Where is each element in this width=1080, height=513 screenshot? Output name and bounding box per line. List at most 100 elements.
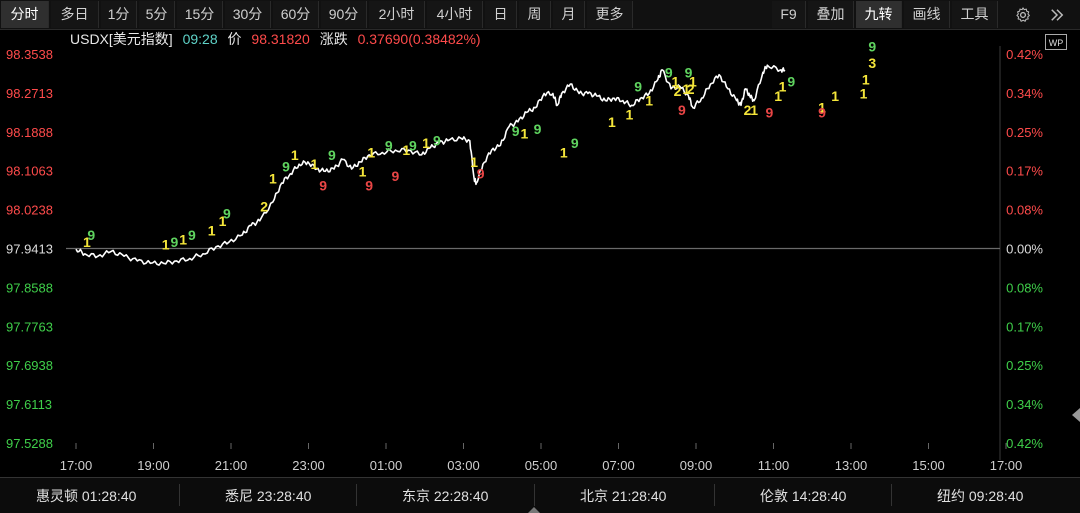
clock-city: 悉尼 xyxy=(225,488,253,504)
x-tick-label: 11:00 xyxy=(758,458,790,473)
clock-time: 01:28:40 xyxy=(81,488,137,504)
clock-city: 惠灵顿 xyxy=(36,488,78,504)
y-tick-right: 0.08% xyxy=(1006,280,1043,295)
caret-up-icon[interactable] xyxy=(528,507,540,513)
nine-turn-marker: 1 xyxy=(269,170,277,186)
x-tick-label: 03:00 xyxy=(447,458,480,473)
clock-divider xyxy=(534,484,535,506)
nine-turn-marker: 1 xyxy=(208,222,216,238)
y-tick-left: 98.1063 xyxy=(6,164,53,179)
world-clock-bar: 惠灵顿 01:28:40 悉尼 23:28:40 东京 22:28:40 北京 21:… xyxy=(0,477,1080,513)
y-tick-left: 97.5288 xyxy=(6,436,53,451)
y-tick-left: 98.0238 xyxy=(6,203,53,218)
nine-turn-marker: 1 xyxy=(860,86,868,102)
clock-divider xyxy=(714,484,715,506)
nine-turn-marker: 1 xyxy=(689,74,697,90)
y-tick-right: 0.25% xyxy=(1006,125,1043,140)
nine-turn-marker: 9 xyxy=(385,137,393,153)
clock-city: 纽约 xyxy=(937,488,965,504)
nine-turn-marker: 9 xyxy=(319,177,327,193)
clock-3: 北京 21:28:40 xyxy=(580,486,666,506)
nine-turn-marker: 3 xyxy=(868,55,876,71)
y-tick-right: 0.17% xyxy=(1006,319,1043,334)
clock-2: 东京 22:28:40 xyxy=(402,486,488,506)
clock-divider xyxy=(356,484,357,506)
nine-turn-marker: 1 xyxy=(521,126,529,142)
nine-turn-marker: 1 xyxy=(862,71,870,87)
y-tick-right: 0.25% xyxy=(1006,358,1043,373)
nine-turn-marker: 9 xyxy=(282,159,290,175)
y-tick-right: 0.34% xyxy=(1006,86,1043,101)
clock-5: 纽约 09:28:40 xyxy=(937,486,1023,506)
clock-time: 23:28:40 xyxy=(256,488,312,504)
nine-turn-marker: 9 xyxy=(328,147,336,163)
nine-turn-marker: 9 xyxy=(766,104,774,120)
clock-time: 21:28:40 xyxy=(611,488,667,504)
nine-turn-marker: 9 xyxy=(433,133,441,149)
clock-time: 22:28:40 xyxy=(433,488,489,504)
y-tick-left: 97.6938 xyxy=(6,358,53,373)
x-tick-label: 21:00 xyxy=(215,458,248,473)
nine-turn-marker: 1 xyxy=(560,144,568,160)
y-tick-left: 97.8588 xyxy=(6,280,53,295)
nine-turn-marker: 1 xyxy=(626,107,634,123)
nine-turn-marker: 9 xyxy=(409,137,417,153)
nine-turn-marker: 9 xyxy=(818,104,826,120)
nine-turn-marker: 2 xyxy=(260,199,268,215)
x-tick-label: 17:00 xyxy=(990,458,1023,473)
nine-turn-marker: 9 xyxy=(787,74,795,90)
nine-turn-marker: 9 xyxy=(171,234,179,250)
y-tick-right: 0.42% xyxy=(1006,436,1043,451)
y-tick-left: 98.1888 xyxy=(6,125,53,140)
clock-1: 悉尼 23:28:40 xyxy=(225,486,311,506)
y-tick-right: 0.00% xyxy=(1006,242,1043,257)
nine-turn-marker: 1 xyxy=(291,147,299,163)
y-tick-right: 0.08% xyxy=(1006,203,1043,218)
x-tick-label: 05:00 xyxy=(525,458,558,473)
clock-city: 东京 xyxy=(402,488,430,504)
x-tick-label: 09:00 xyxy=(680,458,713,473)
clock-divider xyxy=(179,484,180,506)
nine-turn-marker: 1 xyxy=(608,114,616,130)
nine-turn-marker: 1 xyxy=(831,88,839,104)
nine-turn-marker: 1 xyxy=(779,78,787,94)
y-tick-left: 97.6113 xyxy=(6,397,52,412)
nine-turn-marker: 9 xyxy=(571,135,579,151)
x-tick-label: 23:00 xyxy=(292,458,325,473)
y-tick-right: 0.42% xyxy=(1006,47,1043,62)
nine-turn-marker: 9 xyxy=(634,78,642,94)
intraday-chart: 98.3538 0.42% 98.2713 0.34% 98.1888 0.25% 98.1… xyxy=(6,38,1043,473)
side-panel-toggle-icon[interactable] xyxy=(1072,408,1080,422)
nine-turn-marker: 1 xyxy=(219,213,227,229)
nine-turn-marker: 9 xyxy=(391,168,399,184)
y-tick-right: 0.17% xyxy=(1006,164,1043,179)
nine-turn-marker: 1 xyxy=(367,144,375,160)
nine-turn-marker: 9 xyxy=(534,121,542,137)
clock-0: 惠灵顿 01:28:40 xyxy=(36,486,136,506)
x-tick-label: 19:00 xyxy=(137,458,170,473)
y-tick-left: 98.3538 xyxy=(6,47,53,62)
x-tick-label: 15:00 xyxy=(912,458,945,473)
x-tick-label: 01:00 xyxy=(370,458,403,473)
nine-turn-marker: 1 xyxy=(83,234,91,250)
nine-turn-marker: 1 xyxy=(470,154,478,170)
y-tick-right: 0.34% xyxy=(1006,397,1043,412)
nine-turn-marker: 9 xyxy=(365,177,373,193)
y-tick-left: 97.7763 xyxy=(6,319,53,334)
clock-time: 14:28:40 xyxy=(791,488,847,504)
y-tick-left: 98.2713 xyxy=(6,86,53,101)
nine-turn-marker: 2 xyxy=(674,83,682,99)
nine-turn-marker: 1 xyxy=(162,236,170,252)
clock-city: 北京 xyxy=(580,488,608,504)
nine-turn-marker: 1 xyxy=(750,102,758,118)
nine-turn-marker: 9 xyxy=(868,38,876,54)
nine-turn-marker: 9 xyxy=(512,123,520,139)
clock-time: 09:28:40 xyxy=(968,488,1024,504)
nine-turn-marker: 1 xyxy=(422,135,430,151)
nine-turn-marker: 9 xyxy=(678,102,686,118)
x-tick-label: 17:00 xyxy=(60,458,93,473)
x-tick-label: 07:00 xyxy=(602,458,635,473)
nine-turn-marker: 1 xyxy=(179,232,187,248)
x-tick-label: 13:00 xyxy=(835,458,868,473)
nine-turn-marker: 1 xyxy=(311,156,319,172)
